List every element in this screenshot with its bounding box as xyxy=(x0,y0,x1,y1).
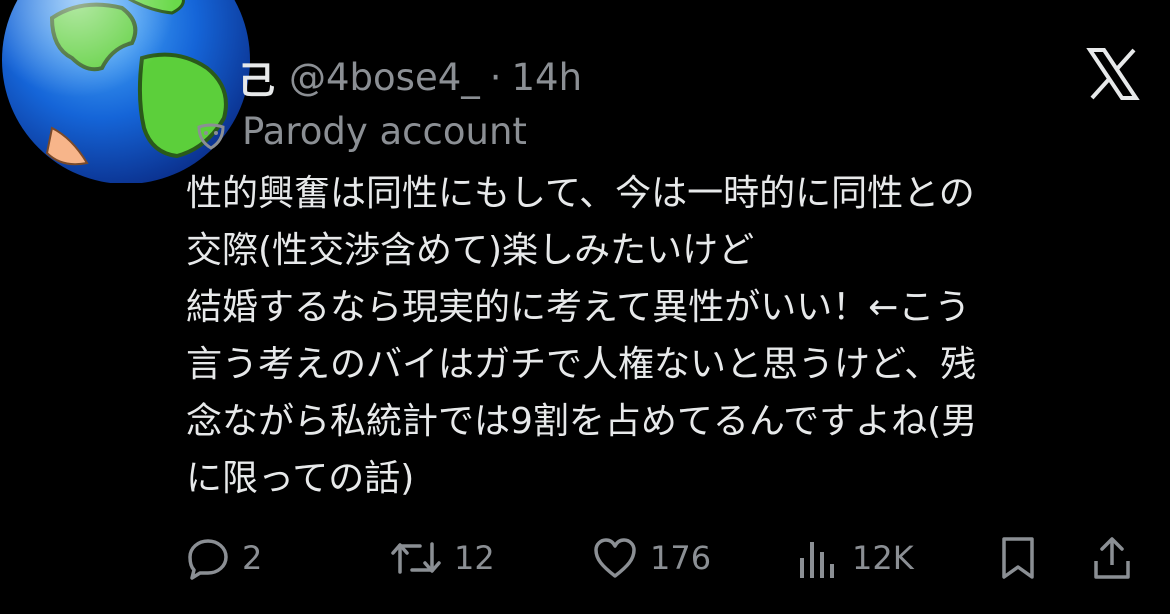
retweet-button[interactable]: 12 xyxy=(390,530,495,586)
share-icon xyxy=(1092,535,1132,581)
bookmark-button[interactable] xyxy=(998,530,1038,586)
tweet-text-line: 言う考えのバイはガチで人権ないと思うけど、残 xyxy=(186,344,977,385)
tweet-text-line: に限っての話) xyxy=(186,458,415,499)
views-icon xyxy=(796,536,840,580)
x-logo-icon xyxy=(1086,48,1140,100)
share-button[interactable] xyxy=(1092,530,1132,586)
author-name[interactable]: 己 xyxy=(238,50,275,104)
retweet-icon xyxy=(390,536,442,580)
views-button[interactable]: 12K xyxy=(796,530,914,586)
tweet-text: 性的興奮は同性にもして、今は一時的に同性との 交際(性交渉含めて)楽しみたいけど… xyxy=(186,165,1146,507)
avatar[interactable] xyxy=(0,0,260,184)
tweet-text-line: 結婚するなら現実的に考えて異性がいい！←こう xyxy=(186,287,971,328)
tweet-header: 己 @4bose4_ · 14h xyxy=(238,50,582,104)
parody-mask-icon xyxy=(196,117,226,150)
reply-icon xyxy=(186,536,230,580)
tweet-text-line: 念ながら私統計では9割を占めてるんですよね(男 xyxy=(186,401,978,442)
views-count: 12K xyxy=(852,539,914,577)
separator-dot: · xyxy=(489,55,502,99)
parody-text: Parody account xyxy=(242,110,527,153)
tweet-text-line: 交際(性交渉含めて)楽しみたいけど xyxy=(186,230,755,271)
tweet-text-line: 性的興奮は同性にもして、今は一時的に同性との xyxy=(186,173,975,214)
tweet-action-bar: 2 12 176 12K xyxy=(186,530,1136,586)
tweet-timestamp[interactable]: 14h xyxy=(512,56,583,99)
heart-icon xyxy=(592,536,638,580)
author-handle[interactable]: @4bose4_ xyxy=(289,56,480,99)
reply-button[interactable]: 2 xyxy=(186,530,262,586)
like-button[interactable]: 176 xyxy=(592,530,711,586)
parody-label: Parody account xyxy=(196,110,527,153)
bookmark-icon xyxy=(998,535,1038,581)
retweet-count: 12 xyxy=(454,539,495,577)
like-count: 176 xyxy=(650,539,712,577)
reply-count: 2 xyxy=(242,539,263,577)
